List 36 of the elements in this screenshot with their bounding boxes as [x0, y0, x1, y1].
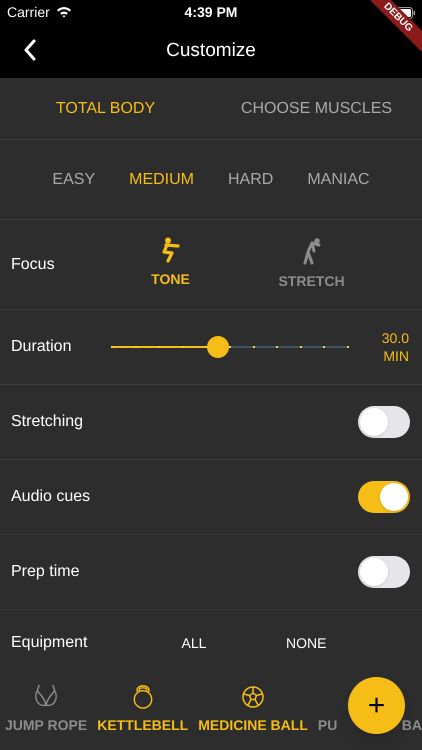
- focus-label: Focus: [10, 254, 56, 274]
- duration-slider[interactable]: [111, 336, 347, 358]
- duration-unit: MIN: [383, 347, 409, 365]
- duration-value: 30.0: [382, 329, 409, 347]
- clock-time: 4:39 PM: [184, 2, 238, 22]
- mode-tab[interactable]: TOTAL BODY: [0, 96, 211, 120]
- equipment-item[interactable]: MEDICINE BALL: [198, 682, 308, 736]
- setting-label: Stretching: [11, 412, 84, 432]
- wifi-icon: [56, 6, 72, 18]
- difficulty-tab[interactable]: MANIAC: [307, 168, 370, 192]
- kettlebell-icon: [130, 682, 155, 709]
- back-chevron-icon: [23, 39, 37, 61]
- equipment-label-start: PU: [318, 716, 338, 735]
- duration-label: Duration: [10, 337, 72, 357]
- equipment-item[interactable]: KETTLEBELL: [97, 682, 188, 736]
- setting-label: Prep time: [11, 562, 80, 582]
- squat-figure-icon: [160, 237, 180, 263]
- toggle-switch[interactable]: [358, 406, 410, 438]
- setting-label: Audio cues: [11, 487, 90, 507]
- difficulty-tab[interactable]: EASY: [52, 168, 96, 192]
- focus-option[interactable]: TONE: [100, 237, 241, 292]
- mode-tab[interactable]: CHOOSE MUSCLES: [211, 96, 422, 120]
- difficulty-tab[interactable]: MEDIUM: [129, 168, 194, 192]
- select-all-button[interactable]: ALL: [150, 632, 238, 654]
- focus-option[interactable]: STRETCH: [241, 237, 382, 292]
- stretching-figure-icon: [302, 237, 322, 265]
- screen-title: Customize: [166, 38, 256, 63]
- toggle-switch[interactable]: [358, 481, 410, 513]
- carrier-label: Carrier: [7, 2, 50, 22]
- slider-thumb[interactable]: [207, 336, 230, 358]
- ball-icon: [241, 685, 266, 709]
- equipment-label: Equipment: [10, 633, 88, 653]
- difficulty-tab[interactable]: HARD: [228, 168, 274, 192]
- toggle-switch[interactable]: [358, 556, 410, 588]
- equipment-item[interactable]: JUMP ROPE: [5, 682, 88, 736]
- select-none-button[interactable]: NONE: [286, 632, 326, 654]
